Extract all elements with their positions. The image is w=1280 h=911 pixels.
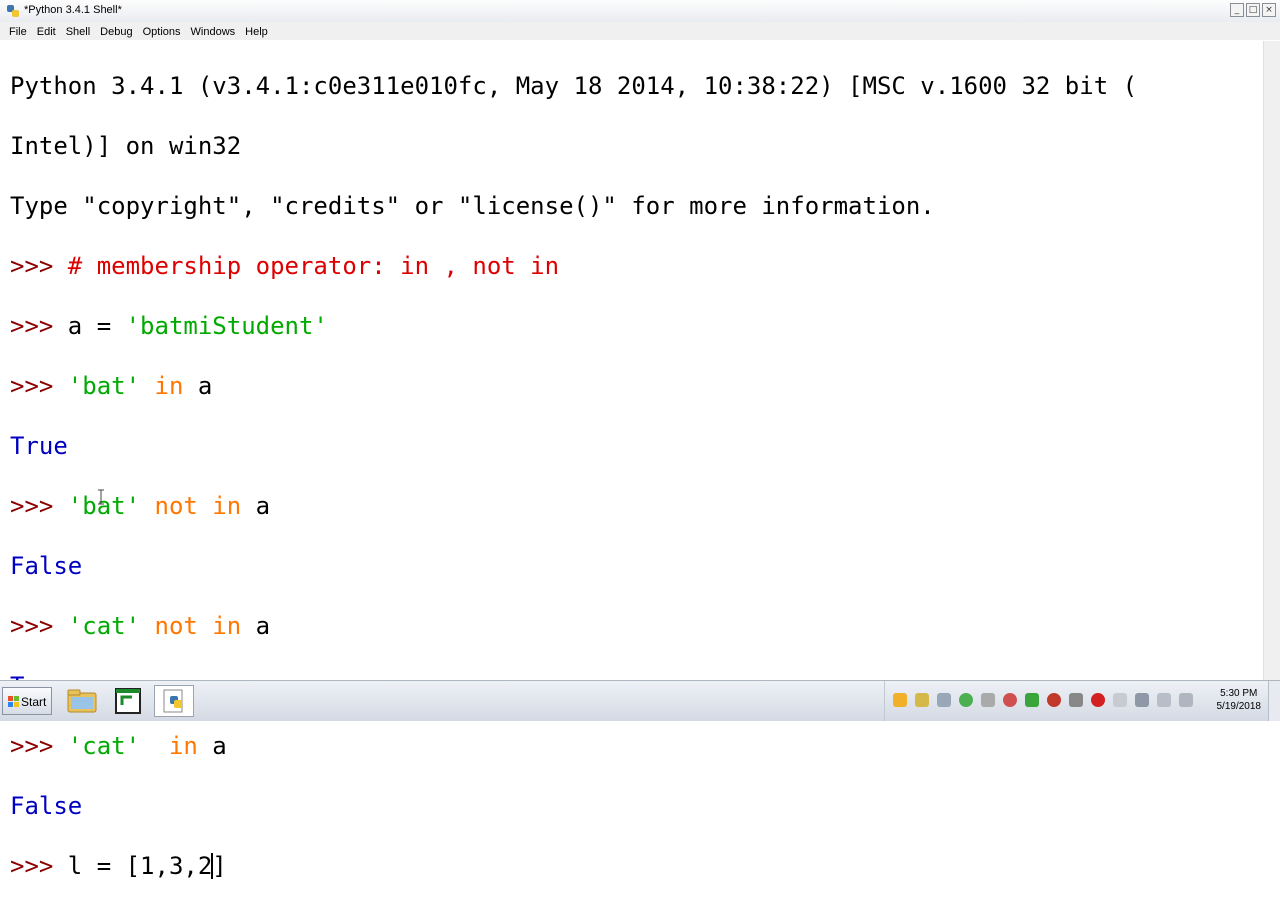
clock-date: 5/19/2018 (1216, 701, 1262, 712)
banner-line-1: Python 3.4.1 (v3.4.1:c0e311e010fc, May 1… (10, 72, 1138, 100)
folder-icon (67, 689, 97, 713)
tray-network-icon[interactable] (1003, 693, 1017, 707)
taskbar: Start 5:30 PM 5/19/2018 (0, 680, 1280, 721)
keyword: in (168, 732, 198, 760)
banner-line-3: Type "copyright", "credits" or "license(… (10, 192, 935, 220)
taskbar-clock[interactable]: 5:30 PM 5/19/2018 (1217, 687, 1262, 713)
code-text: a (197, 732, 227, 760)
string-literal: 'bat' (67, 372, 141, 400)
menu-edit[interactable]: Edit (32, 24, 61, 42)
shell-prompt: >>> (10, 372, 68, 400)
tray-app-icon[interactable] (893, 693, 907, 707)
shell-line: >>> 'cat' not in a (10, 611, 1137, 641)
tray-monitor-icon[interactable] (1157, 693, 1171, 707)
shell-prompt: >>> (10, 852, 68, 880)
shell-output: Python 3.4.1 (v3.4.1:c0e311e010fc, May 1… (10, 41, 1137, 911)
code-text: a (241, 492, 271, 520)
current-input-text: l = [1,3,2 (67, 852, 213, 880)
ibeam-cursor-icon (98, 489, 104, 505)
current-input-text-tail: ] (212, 852, 227, 880)
start-button[interactable]: Start (2, 687, 52, 715)
output-line: False (10, 552, 83, 580)
current-input-line[interactable]: >>> l = [1,3,2] (10, 851, 1137, 881)
explorer-taskbar-button[interactable] (62, 685, 102, 717)
keyword: not in (154, 612, 242, 640)
python-taskbar-button[interactable] (154, 685, 194, 717)
minimize-button[interactable]: _ (1230, 3, 1244, 17)
window-controls: _ □ × (1230, 3, 1276, 17)
tray-globe-icon[interactable] (959, 693, 973, 707)
menu-file[interactable]: File (0, 24, 32, 42)
python-icon (7, 5, 19, 17)
vertical-scrollbar[interactable] (1263, 41, 1280, 680)
maximize-button[interactable]: □ (1246, 3, 1260, 17)
shell-prompt: >>> (10, 492, 68, 520)
string-literal: 'batmiStudent' (125, 312, 328, 340)
code-text: a (183, 372, 213, 400)
comment-text: # membership operator: in , not in (67, 252, 560, 280)
shell-line: >>> 'bat' in a (10, 371, 1137, 401)
shell-line: >>> 'bat' not in a (10, 491, 1137, 521)
window-title: *Python 3.4.1 Shell* (24, 4, 122, 16)
windows-logo-icon (8, 696, 19, 707)
string-literal: 'cat' (67, 612, 141, 640)
keyword: in (154, 372, 184, 400)
tray-tools-icon[interactable] (1069, 693, 1083, 707)
shell-line: >>> a = 'batmiStudent' (10, 311, 1137, 341)
shell-line: >>> 'cat' in a (10, 731, 1137, 761)
tray-recorder-icon[interactable] (1047, 693, 1061, 707)
menu-options[interactable]: Options (138, 24, 186, 42)
tray-tool-icon[interactable] (981, 693, 995, 707)
tray-shield-icon[interactable] (915, 693, 929, 707)
menu-bar: File Edit Shell Debug Options Windows Help (0, 22, 1280, 40)
start-label: Start (21, 695, 47, 709)
python-idle-icon (163, 689, 183, 713)
string-literal: 'cat' (67, 732, 141, 760)
output-line: False (10, 792, 83, 820)
menu-shell[interactable]: Shell (61, 24, 95, 42)
tray-update-icon[interactable] (1025, 693, 1039, 707)
shell-prompt: >>> (10, 312, 68, 340)
shell-line: >>> # membership operator: in , not in (10, 251, 1137, 281)
keyword: not in (154, 492, 242, 520)
shell-prompt: >>> (10, 612, 68, 640)
tray-record-icon[interactable] (1091, 693, 1105, 707)
tray-settings-icon[interactable] (937, 693, 951, 707)
show-desktop-button[interactable] (1268, 681, 1280, 721)
code-text: a (241, 612, 271, 640)
shell-text-area[interactable]: Python 3.4.1 (v3.4.1:c0e311e010fc, May 1… (0, 41, 1264, 880)
tray-speaker-icon[interactable] (1135, 693, 1149, 707)
menu-debug[interactable]: Debug (95, 24, 137, 42)
close-button[interactable]: × (1262, 3, 1276, 17)
shell-prompt: >>> (10, 732, 68, 760)
menu-windows[interactable]: Windows (186, 24, 241, 42)
menu-help[interactable]: Help (240, 24, 273, 42)
system-tray: 5:30 PM 5/19/2018 (884, 681, 1280, 721)
window-title-bar[interactable]: *Python 3.4.1 Shell* _ □ × (0, 0, 1280, 23)
banner-line-2: Intel)] on win32 (10, 132, 242, 160)
output-line: True (10, 432, 68, 460)
tray-battery-icon[interactable] (1179, 693, 1193, 707)
code-text: a = (67, 312, 126, 340)
clock-time: 5:30 PM (1220, 688, 1258, 699)
shell-prompt: >>> (10, 252, 68, 280)
terminal-taskbar-button[interactable] (108, 685, 148, 717)
tray-flag-icon[interactable] (1113, 693, 1127, 707)
terminal-icon (115, 688, 141, 714)
